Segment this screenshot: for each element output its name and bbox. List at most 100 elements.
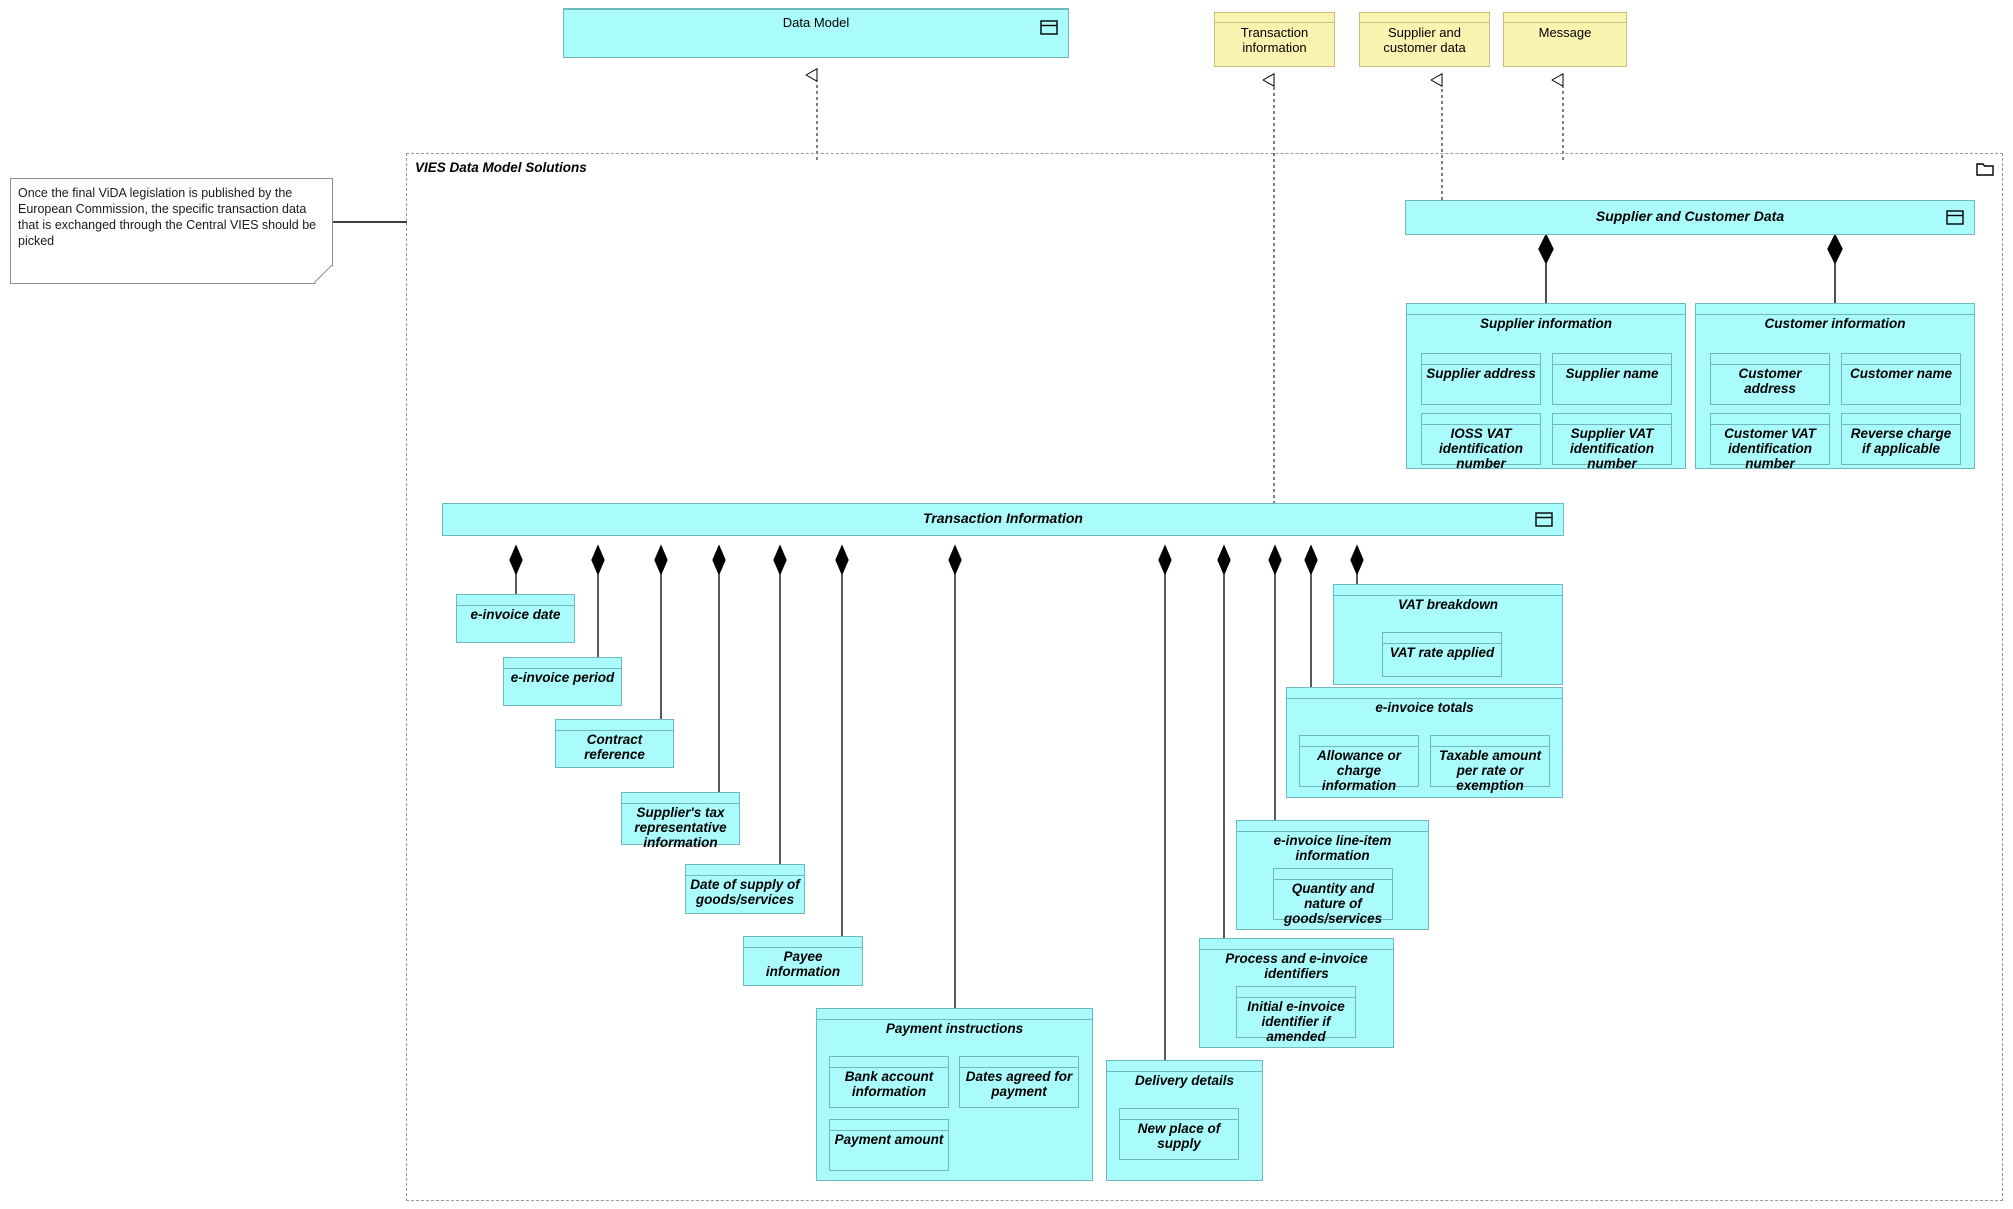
attribute-initial-e-invoice-identifier-if-amended[interactable]: Initial e-invoice identifier if amended — [1236, 986, 1356, 1044]
child-label: Contract reference — [584, 732, 645, 762]
header-divider — [1504, 22, 1626, 23]
attribute-label: Customer name — [1849, 366, 1953, 381]
data-object-icon — [1535, 512, 1553, 527]
customer-information-object[interactable]: Customer information Customer address Cu… — [1695, 303, 1975, 471]
header-divider — [830, 1067, 948, 1068]
header-divider — [1383, 643, 1501, 644]
attribute-customer-address[interactable]: Customer address — [1710, 353, 1830, 405]
attribute-customer-vat-identification-number[interactable]: Customer VAT identification number — [1710, 413, 1830, 471]
header-divider — [1215, 22, 1334, 23]
attribute-supplier-address[interactable]: Supplier address — [1421, 353, 1541, 405]
supplier-information-label: Supplier information — [1479, 316, 1612, 331]
transaction-information-label: Transaction Information — [923, 510, 1083, 526]
attribute-label: Reverse charge if applicable — [1850, 426, 1952, 456]
header-divider — [830, 1130, 948, 1131]
attribute-bank-account-information[interactable]: Bank account information — [829, 1056, 949, 1108]
header-divider — [686, 875, 804, 876]
data-object-icon — [1946, 210, 1964, 225]
concept-transaction-information[interactable]: Transaction information — [1214, 12, 1335, 67]
child-e-invoice-date[interactable]: e-invoice date — [456, 594, 575, 643]
header-divider — [457, 605, 574, 606]
header-divider — [1431, 746, 1549, 747]
attribute-allowance-or-charge-information[interactable]: Allowance or charge information — [1299, 735, 1419, 793]
header-divider — [1407, 314, 1685, 315]
attribute-label: Initial e-invoice identifier if amended — [1247, 999, 1345, 1044]
attribute-dates-agreed-for-payment[interactable]: Dates agreed for payment — [959, 1056, 1079, 1108]
header-divider — [1842, 364, 1960, 365]
attribute-reverse-charge-if-applicable[interactable]: Reverse charge if applicable — [1841, 413, 1961, 465]
child-label: Date of supply of goods/services — [690, 877, 800, 907]
attribute-label: Supplier VAT identification number — [1570, 426, 1654, 471]
attribute-label: Supplier address — [1426, 366, 1536, 381]
attribute-supplier-name[interactable]: Supplier name — [1552, 353, 1672, 405]
attribute-label: Bank account information — [844, 1069, 934, 1099]
group-title: VIES Data Model Solutions — [415, 160, 587, 175]
data-model-label: Data Model — [782, 15, 850, 30]
supplier-and-customer-data-label: Supplier and Customer Data — [1595, 208, 1785, 224]
note-text: Once the final ViDA legislation is publi… — [18, 186, 317, 248]
child-label: Delivery details — [1134, 1073, 1235, 1088]
attribute-customer-name[interactable]: Customer name — [1841, 353, 1961, 405]
child-date-of-supply-of-goods-services[interactable]: Date of supply of goods/services — [685, 864, 805, 914]
header-divider — [1360, 22, 1489, 23]
child-suppliers-tax-representative-information[interactable]: Supplier's tax representative informatio… — [621, 792, 740, 850]
transaction-information-object[interactable]: Transaction Information — [442, 503, 1564, 536]
supplier-information-object[interactable]: Supplier information Supplier address Su… — [1406, 303, 1686, 471]
child-process-and-e-invoice-identifiers[interactable]: Process and e-invoice identifiers Initia… — [1199, 938, 1394, 1048]
folder-icon — [1976, 163, 1994, 176]
header-divider — [1842, 424, 1960, 425]
attribute-label: Allowance or charge information — [1316, 748, 1402, 793]
concept-label: Transaction information — [1240, 25, 1309, 55]
header-divider — [556, 730, 673, 731]
child-label: e-invoice period — [510, 670, 615, 685]
header-divider — [1300, 746, 1418, 747]
header-divider — [1274, 879, 1392, 880]
attribute-label: Quantity and nature of goods/services — [1283, 881, 1383, 926]
header-divider — [1711, 424, 1829, 425]
attribute-label: Dates agreed for payment — [965, 1069, 1073, 1099]
header-divider — [1107, 1071, 1262, 1072]
child-label: e-invoice line-item information — [1273, 833, 1392, 863]
header-divider — [1422, 364, 1540, 365]
attribute-label: IOSS VAT identification number — [1439, 426, 1523, 471]
header-divider — [1553, 364, 1671, 365]
child-e-invoice-totals[interactable]: e-invoice totals Allowance or charge inf… — [1286, 687, 1563, 798]
concept-supplier-and-customer-data[interactable]: Supplier and customer data — [1359, 12, 1490, 67]
attribute-payment-amount[interactable]: Payment amount — [829, 1119, 949, 1171]
attribute-label: Supplier name — [1565, 366, 1659, 381]
concept-label: Message — [1538, 25, 1592, 40]
child-e-invoice-period[interactable]: e-invoice period — [503, 657, 622, 706]
attribute-ioss-vat-identification-number[interactable]: IOSS VAT identification number — [1421, 413, 1541, 471]
child-delivery-details[interactable]: Delivery details New place of supply — [1106, 1060, 1263, 1181]
header-divider — [1422, 424, 1540, 425]
header-divider — [622, 803, 739, 804]
header-divider — [1711, 364, 1829, 365]
attribute-taxable-amount-per-rate-or-exemption[interactable]: Taxable amount per rate or exemption — [1430, 735, 1550, 793]
header-divider — [564, 9, 1068, 10]
concept-message[interactable]: Message — [1503, 12, 1627, 67]
child-contract-reference[interactable]: Contract reference — [555, 719, 674, 768]
header-divider — [1200, 949, 1393, 950]
attribute-label: New place of supply — [1137, 1121, 1221, 1151]
header-divider — [1553, 424, 1671, 425]
child-label: e-invoice date — [470, 607, 561, 622]
child-label: Supplier's tax representative informatio… — [634, 805, 727, 850]
header-divider — [1334, 595, 1562, 596]
data-model-object[interactable]: Data Model — [563, 8, 1069, 58]
attribute-vat-rate-applied[interactable]: VAT rate applied — [1382, 632, 1502, 677]
attribute-supplier-vat-identification-number[interactable]: Supplier VAT identification number — [1552, 413, 1672, 471]
attribute-label: Taxable amount per rate or exemption — [1438, 748, 1542, 793]
child-vat-breakdown[interactable]: VAT breakdown VAT rate applied — [1333, 584, 1563, 685]
supplier-and-customer-data-object[interactable]: Supplier and Customer Data — [1405, 200, 1975, 235]
attribute-quantity-and-nature-of-goods-services[interactable]: Quantity and nature of goods/services — [1273, 868, 1393, 926]
vida-legislation-note: Once the final ViDA legislation is publi… — [10, 178, 333, 284]
child-label: Payee information — [765, 949, 841, 979]
header-divider — [960, 1067, 1078, 1068]
child-e-invoice-line-item-information[interactable]: e-invoice line-item information Quantity… — [1236, 820, 1429, 930]
attribute-new-place-of-supply[interactable]: New place of supply — [1119, 1108, 1239, 1160]
child-label: VAT breakdown — [1397, 597, 1498, 612]
child-payee-information[interactable]: Payee information — [743, 936, 863, 986]
child-label: e-invoice totals — [1375, 700, 1474, 715]
child-payment-instructions[interactable]: Payment instructions Bank account inform… — [816, 1008, 1093, 1181]
child-label: Payment instructions — [885, 1021, 1024, 1036]
